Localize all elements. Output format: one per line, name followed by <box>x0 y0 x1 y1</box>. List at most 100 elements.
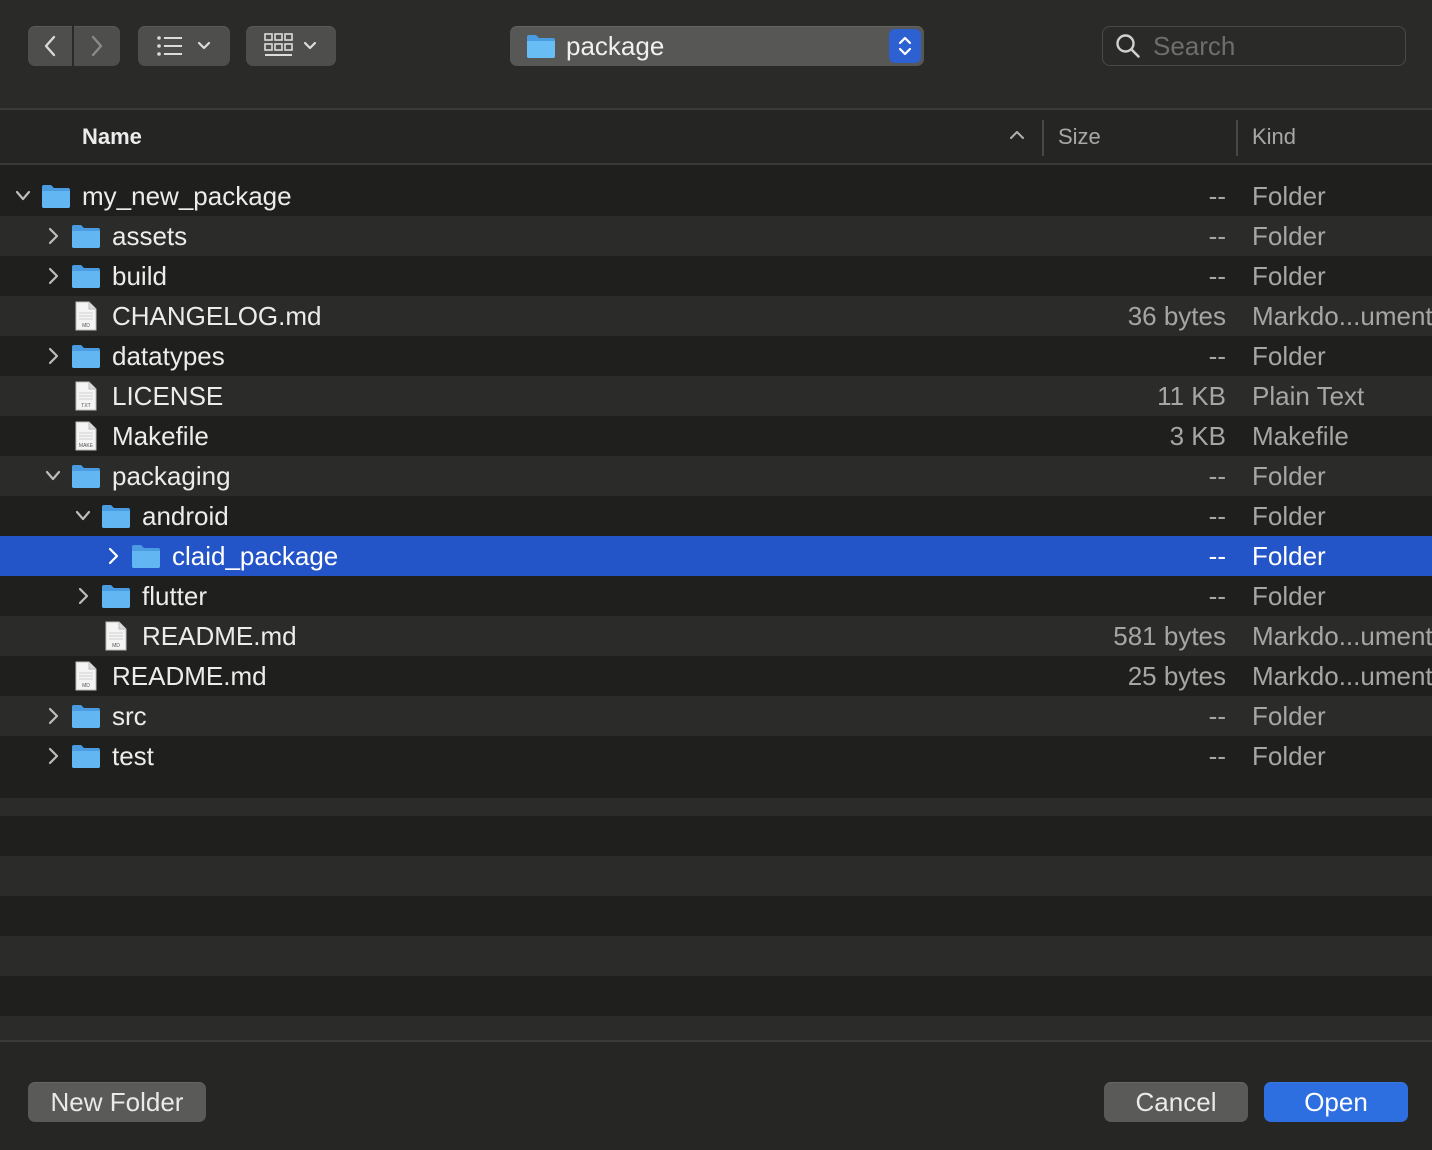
row-kind: Folder <box>1252 221 1326 251</box>
folder-row[interactable]: datatypes -- Folder <box>0 336 1432 376</box>
row-name: test <box>112 741 154 771</box>
column-header: Name Size Kind <box>0 108 1432 165</box>
column-kind-header[interactable]: Kind <box>1252 110 1296 163</box>
row-name: Makefile <box>112 421 209 451</box>
row-name: datatypes <box>112 341 225 371</box>
disclosure-collapsed-icon[interactable] <box>46 266 60 286</box>
folder-row[interactable]: src -- Folder <box>0 696 1432 736</box>
disclosure-collapsed-icon[interactable] <box>106 546 120 566</box>
disclosure-collapsed-icon[interactable] <box>46 346 60 366</box>
row-kind: Markdo...ument <box>1252 301 1432 331</box>
column-divider[interactable] <box>1042 120 1044 156</box>
folder-row[interactable]: my_new_package -- Folder <box>0 176 1432 216</box>
disclosure-collapsed-icon[interactable] <box>46 226 60 246</box>
row-size: 25 bytes <box>1127 661 1226 691</box>
row-name: README.md <box>142 621 297 651</box>
search-field[interactable] <box>1102 26 1406 66</box>
file-row[interactable]: MD README.md 581 bytes Markdo...ument <box>0 616 1432 656</box>
disclosure-collapsed-icon[interactable] <box>76 586 90 606</box>
row-kind: Folder <box>1252 181 1326 211</box>
column-size-header[interactable]: Size <box>1058 110 1101 163</box>
document-icon: MD <box>75 301 97 331</box>
row-kind: Folder <box>1252 501 1326 531</box>
document-icon: MD <box>75 661 97 691</box>
empty-row <box>0 816 1432 856</box>
disclosure-expanded-icon[interactable] <box>44 468 62 484</box>
folder-icon <box>132 545 160 568</box>
row-size: -- <box>1208 501 1226 531</box>
file-type-badge: MAKE <box>79 443 94 449</box>
column-name-header[interactable]: Name <box>82 110 142 163</box>
chevron-down-icon <box>303 41 317 50</box>
path-stepper[interactable] <box>889 29 921 63</box>
row-size: -- <box>1208 581 1226 611</box>
folder-row[interactable]: packaging -- Folder <box>0 456 1432 496</box>
path-popup[interactable]: package <box>510 26 924 66</box>
folder-row[interactable]: flutter -- Folder <box>0 576 1432 616</box>
toolbar: package <box>0 0 1432 108</box>
row-name: packaging <box>112 461 231 491</box>
folder-icon <box>72 265 100 288</box>
row-name: CHANGELOG.md <box>112 301 322 331</box>
folder-row[interactable]: assets -- Folder <box>0 216 1432 256</box>
open-button[interactable]: Open <box>1264 1082 1408 1122</box>
folder-icon <box>72 345 100 368</box>
disclosure-collapsed-icon[interactable] <box>46 746 60 766</box>
file-row[interactable]: MAKE Makefile 3 KB Makefile <box>0 416 1432 456</box>
row-size: 36 bytes <box>1127 301 1226 331</box>
folder-row[interactable]: test -- Folder <box>0 736 1432 776</box>
row-kind: Markdo...ument <box>1252 661 1432 691</box>
row-size: -- <box>1208 461 1226 491</box>
cancel-button[interactable]: Cancel <box>1104 1082 1248 1122</box>
row-size: 11 KB <box>1157 381 1226 411</box>
row-name: LICENSE <box>112 381 224 411</box>
folder-icon <box>72 225 100 248</box>
document-icon: MD <box>105 621 127 651</box>
disclosure-expanded-icon[interactable] <box>74 508 92 524</box>
row-kind: Folder <box>1252 581 1326 611</box>
folder-icon <box>102 585 130 608</box>
folder-row[interactable]: claid_package -- Folder <box>0 536 1432 576</box>
row-kind: Folder <box>1252 341 1326 371</box>
row-size: -- <box>1208 541 1226 571</box>
row-name: build <box>112 261 167 291</box>
folder-icon <box>527 35 555 58</box>
new-folder-button[interactable]: New Folder <box>28 1082 206 1122</box>
file-type-badge: MD <box>82 683 90 689</box>
disclosure-collapsed-icon[interactable] <box>46 706 60 726</box>
row-name: flutter <box>142 581 208 611</box>
list-view-button[interactable] <box>138 26 230 66</box>
back-button[interactable] <box>28 26 72 66</box>
folder-icon <box>42 185 70 208</box>
file-type-badge: TXT <box>81 403 90 409</box>
view-grid-group <box>246 26 336 66</box>
file-type-badge: MD <box>112 643 120 649</box>
document-icon: MAKE <box>75 421 97 451</box>
row-kind: Folder <box>1252 461 1326 491</box>
folder-row[interactable]: build -- Folder <box>0 256 1432 296</box>
forward-button[interactable] <box>74 26 120 66</box>
row-name: android <box>142 501 229 531</box>
row-size: -- <box>1208 261 1226 291</box>
disclosure-expanded-icon[interactable] <box>14 188 32 204</box>
file-row[interactable]: TXT LICENSE 11 KB Plain Text <box>0 376 1432 416</box>
row-name: README.md <box>112 661 267 691</box>
grid-view-button[interactable] <box>246 26 336 66</box>
search-input[interactable] <box>1153 30 1383 62</box>
view-list-group <box>138 26 230 66</box>
row-kind: Folder <box>1252 701 1326 731</box>
document-icon: TXT <box>75 381 97 411</box>
row-kind: Folder <box>1252 741 1326 771</box>
folder-icon <box>102 505 130 528</box>
file-row[interactable]: MD CHANGELOG.md 36 bytes Markdo...ument <box>0 296 1432 336</box>
file-row[interactable]: MD README.md 25 bytes Markdo...ument <box>0 656 1432 696</box>
row-size: -- <box>1208 701 1226 731</box>
grid-view-icon <box>264 33 293 56</box>
row-size: -- <box>1208 741 1226 771</box>
list-view-icon <box>157 36 182 56</box>
folder-row[interactable]: android -- Folder <box>0 496 1432 536</box>
row-size: 581 bytes <box>1113 621 1226 651</box>
column-divider[interactable] <box>1236 120 1238 156</box>
row-kind: Makefile <box>1252 421 1349 451</box>
sort-ascending-icon <box>1010 131 1024 139</box>
